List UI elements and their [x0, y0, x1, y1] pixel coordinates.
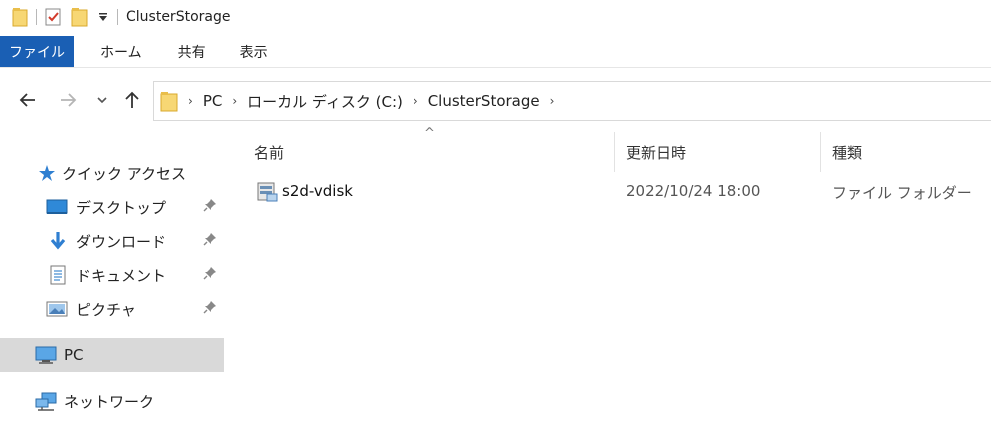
star-icon [38, 164, 56, 182]
pin-icon[interactable] [203, 266, 217, 284]
sidebar-item-label: ドキュメント [76, 266, 167, 285]
title-bar: ClusterStorage [0, 0, 991, 34]
navigation-pane: クイック アクセス デスクトップ ダウンロード ドキュメント ピクチャ PC ネ… [0, 122, 226, 436]
ribbon-tabs: ファイル ホーム 共有 表示 [0, 36, 991, 68]
breadcrumb-pc[interactable]: PC [203, 92, 223, 110]
column-divider[interactable] [820, 132, 821, 172]
sidebar-item-pictures[interactable]: ピクチャ [0, 292, 224, 326]
sidebar-item-desktop[interactable]: デスクトップ [0, 190, 224, 224]
sidebar-item-quick-access[interactable]: クイック アクセス [0, 156, 224, 190]
column-divider[interactable] [614, 132, 615, 172]
up-arrow-icon[interactable] [122, 90, 142, 110]
column-header-modified[interactable]: 更新日時 [626, 142, 686, 162]
sidebar-item-documents[interactable]: ドキュメント [0, 258, 224, 292]
breadcrumb-separator-icon[interactable]: › [232, 94, 237, 108]
pin-icon[interactable] [203, 198, 217, 216]
sidebar-item-downloads[interactable]: ダウンロード [0, 224, 224, 258]
chevron-down-icon[interactable] [96, 90, 108, 110]
properties-checklist-icon[interactable] [45, 7, 63, 27]
sidebar-item-label: デスクトップ [76, 198, 167, 217]
tab-share[interactable]: 共有 [156, 36, 220, 67]
sidebar-item-pc[interactable]: PC [0, 338, 224, 372]
sidebar-item-label: PC [64, 346, 84, 364]
breadcrumb-local-disk[interactable]: ローカル ディスク (C:) [247, 91, 403, 112]
download-arrow-icon [48, 231, 68, 251]
tab-file[interactable]: ファイル [0, 36, 74, 67]
sidebar-item-label: ダウンロード [76, 232, 167, 251]
file-modified: 2022/10/24 18:00 [626, 182, 761, 200]
computer-icon [34, 345, 58, 365]
file-name[interactable]: s2d-vdisk [282, 182, 353, 200]
desktop-icon [46, 198, 68, 216]
folder-icon[interactable] [12, 7, 28, 27]
customize-dropdown-icon[interactable] [97, 11, 109, 23]
breadcrumb-clusterstorage[interactable]: ClusterStorage [428, 92, 540, 110]
column-header-type[interactable]: 種類 [832, 142, 862, 162]
volume-mount-folder-icon [256, 180, 278, 206]
sidebar-item-label: クイック アクセス [62, 164, 187, 183]
breadcrumb-separator-icon[interactable]: › [550, 94, 555, 108]
pin-icon[interactable] [203, 232, 217, 250]
breadcrumb-separator-icon[interactable]: › [188, 94, 193, 108]
address-folder-icon [160, 90, 178, 112]
file-list: ^ 名前 更新日時 種類 s2d-vdisk 2022/10/24 18:00 … [226, 122, 991, 436]
tab-view[interactable]: 表示 [220, 36, 282, 67]
sidebar-item-label: ネットワーク [64, 392, 155, 411]
quick-access-separator [36, 9, 37, 25]
file-type: ファイル フォルダー [832, 184, 972, 202]
title-separator [117, 9, 118, 25]
pictures-icon [46, 300, 68, 318]
table-row[interactable]: s2d-vdisk 2022/10/24 18:00 ファイル フォルダー [246, 176, 986, 208]
sidebar-item-network[interactable]: ネットワーク [0, 384, 224, 418]
column-header-name[interactable]: 名前 [254, 142, 284, 162]
sidebar-item-label: ピクチャ [76, 300, 136, 319]
document-icon [50, 265, 66, 285]
sort-ascending-icon: ^ [424, 126, 435, 141]
forward-arrow-icon[interactable] [58, 90, 78, 110]
tab-home[interactable]: ホーム [74, 36, 156, 67]
breadcrumb-separator-icon[interactable]: › [413, 94, 418, 108]
new-folder-icon[interactable] [71, 7, 89, 27]
back-arrow-icon[interactable] [18, 90, 38, 110]
pin-icon[interactable] [203, 300, 217, 318]
window-title: ClusterStorage [126, 9, 231, 25]
address-bar[interactable]: › PC › ローカル ディスク (C:) › ClusterStorage › [153, 81, 991, 121]
network-icon [34, 391, 58, 411]
